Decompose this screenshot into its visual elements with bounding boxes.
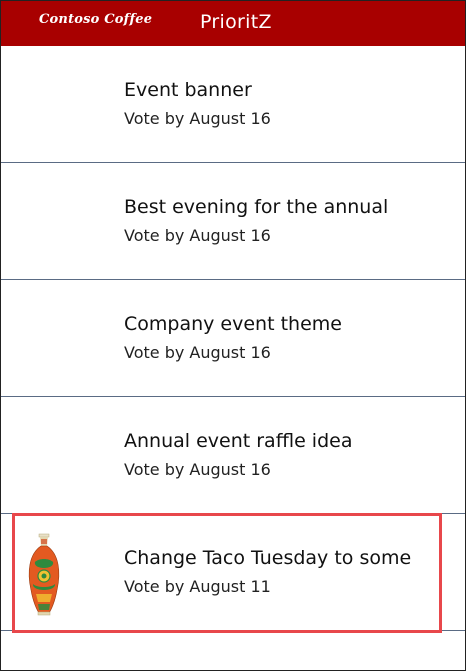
contoso-coffee-logo: Contoso Coffee: [39, 12, 153, 27]
list-item-title: Change Taco Tuesday to some: [124, 547, 412, 569]
list-item[interactable]: Annual event raffle idea Vote by August …: [1, 397, 465, 514]
list-item-title: Best evening for the annual: [124, 196, 389, 218]
app-title: PrioritZ: [200, 11, 272, 33]
list-item-title: Company event theme: [124, 313, 342, 335]
topic-list: Event banner Vote by August 16 Best even…: [1, 46, 465, 631]
list-item-deadline: Vote by August 11: [124, 577, 271, 596]
list-item-deadline: Vote by August 16: [124, 226, 271, 245]
list-item-deadline: Vote by August 16: [124, 460, 271, 479]
list-item[interactable]: Company event theme Vote by August 16: [1, 280, 465, 397]
app-window: Contoso Coffee PrioritZ Event banner Vot…: [0, 0, 466, 671]
app-header: Contoso Coffee PrioritZ: [1, 1, 465, 46]
list-item[interactable]: Best evening for the annual Vote by Augu…: [1, 163, 465, 280]
vase-image: [28, 533, 60, 616]
list-item[interactable]: Event banner Vote by August 16: [1, 46, 465, 163]
list-item-title: Event banner: [124, 79, 252, 101]
list-item-title: Annual event raffle idea: [124, 430, 353, 452]
list-item-deadline: Vote by August 16: [124, 109, 271, 128]
list-item-selected[interactable]: Change Taco Tuesday to some Vote by Augu…: [1, 514, 465, 631]
list-item-deadline: Vote by August 16: [124, 343, 271, 362]
